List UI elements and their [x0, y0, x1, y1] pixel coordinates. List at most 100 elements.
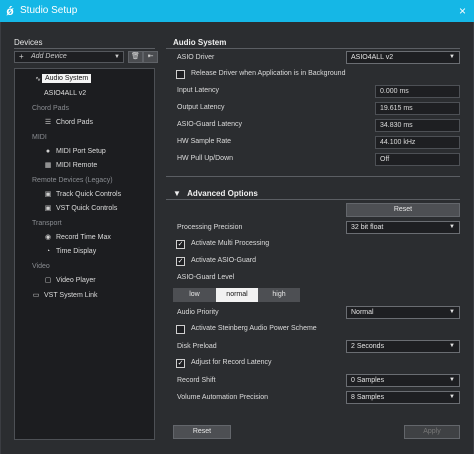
tree-category-remote-devices: Remote Devices (Legacy): [32, 177, 113, 184]
hw-sample-rate-value: 44.100 kHz: [375, 136, 460, 149]
asio-driver-label: ASIO Driver: [177, 54, 215, 61]
level-normal-button[interactable]: normal: [216, 288, 258, 302]
processing-precision-value: 32 bit float: [351, 224, 384, 231]
tree-item-asio4all[interactable]: ASIO4ALL v2: [44, 90, 86, 97]
processing-precision-dropdown[interactable]: 32 bit float ▼: [346, 221, 460, 234]
asio-guard-checkbox[interactable]: ✓: [176, 257, 185, 266]
triangle-down-icon: ▼: [173, 189, 181, 198]
volume-automation-value: 8 Samples: [351, 394, 385, 401]
window-title: Studio Setup: [20, 5, 78, 16]
chevron-down-icon: ▼: [449, 343, 455, 349]
asio-guard-label: Activate ASIO-Guard: [191, 257, 256, 264]
devices-label: Devices: [14, 38, 43, 47]
asio-driver-dropdown[interactable]: ASIO4ALL v2 ▼: [346, 51, 460, 64]
reset-icon: ⇤: [147, 53, 154, 60]
power-scheme-label: Activate Steinberg Audio Power Scheme: [191, 325, 317, 332]
video-icon: ▢: [44, 277, 52, 284]
audio-system-title: Audio System: [173, 38, 227, 47]
tree-category-midi: MIDI: [32, 134, 47, 141]
disk-preload-value: 2 Seconds: [351, 343, 385, 350]
title-bar: ǿ Studio Setup ×: [0, 0, 474, 22]
chord-pads-icon: ☰: [44, 119, 52, 126]
audio-priority-dropdown[interactable]: Normal ▼: [346, 306, 460, 319]
record-shift-value: 0 Samples: [351, 377, 385, 384]
advanced-reset-button[interactable]: Reset: [346, 203, 460, 217]
chevron-down-icon: ▼: [449, 309, 455, 315]
release-driver-checkbox[interactable]: [176, 70, 185, 79]
power-scheme-checkbox[interactable]: [176, 325, 185, 334]
apply-button[interactable]: Apply: [404, 425, 460, 439]
adjust-record-latency-label: Adjust for Record Latency: [191, 359, 272, 366]
cubase-logo-icon: ǿ: [6, 4, 14, 18]
tree-item-video-player[interactable]: Video Player: [56, 277, 96, 284]
grid-icon: ▣: [44, 191, 52, 198]
processing-precision-label: Processing Precision: [177, 224, 243, 231]
volume-automation-dropdown[interactable]: 8 Samples ▼: [346, 391, 460, 404]
tree-item-chord-pads[interactable]: Chord Pads: [56, 119, 93, 126]
level-high-button[interactable]: high: [258, 288, 300, 302]
device-tree[interactable]: ∿ Audio System ASIO4ALL v2 Chord Pads ☰ …: [14, 68, 155, 440]
tree-item-track-quick-controls[interactable]: Track Quick Controls: [56, 191, 121, 198]
audio-priority-value: Normal: [351, 309, 374, 316]
hw-pullupdown-value: Off: [375, 153, 460, 166]
adjust-record-latency-checkbox[interactable]: ✓: [176, 359, 185, 368]
divider: [166, 199, 460, 200]
chevron-down-icon: ▼: [449, 377, 455, 383]
asio-guard-level-label: ASIO-Guard Level: [177, 274, 235, 281]
midi-port-icon: ●: [45, 148, 51, 155]
plus-icon: +: [19, 52, 24, 61]
midi-remote-icon: ▦: [44, 162, 52, 169]
input-latency-label: Input Latency: [177, 87, 220, 94]
volume-automation-label: Volume Automation Precision: [177, 394, 269, 401]
tree-item-midi-port-setup[interactable]: MIDI Port Setup: [56, 148, 106, 155]
disk-preload-label: Disk Preload: [177, 343, 217, 350]
tree-item-midi-remote[interactable]: MIDI Remote: [56, 162, 97, 169]
hw-sample-rate-label: HW Sample Rate: [177, 138, 232, 145]
trash-icon: 🗑: [131, 53, 140, 60]
disk-preload-dropdown[interactable]: 2 Seconds ▼: [346, 340, 460, 353]
tree-category-video: Video: [32, 263, 50, 270]
audio-priority-label: Audio Priority: [177, 309, 219, 316]
tree-item-vst-quick-controls[interactable]: VST Quick Controls: [56, 205, 117, 212]
record-shift-label: Record Shift: [177, 377, 216, 384]
advanced-options-title: Advanced Options: [187, 189, 258, 198]
level-low-button[interactable]: low: [173, 288, 216, 302]
add-device-dropdown[interactable]: + Add Device ▼: [14, 51, 124, 63]
chevron-down-icon: ▼: [114, 54, 120, 60]
multi-processing-checkbox[interactable]: ✓: [176, 240, 185, 249]
tree-item-time-display[interactable]: Time Display: [56, 248, 96, 255]
tree-item-audio-system[interactable]: Audio System: [42, 74, 92, 83]
clock-icon: ◔: [45, 248, 51, 255]
output-latency-label: Output Latency: [177, 104, 225, 111]
checkmark-icon: ✓: [177, 360, 184, 367]
multi-processing-label: Activate Multi Processing: [191, 240, 270, 247]
record-shift-dropdown[interactable]: 0 Samples ▼: [346, 374, 460, 387]
add-device-label: Add Device: [31, 53, 67, 60]
record-icon: ◉: [44, 234, 52, 241]
chevron-down-icon: ▼: [449, 54, 455, 60]
tree-item-vst-system-link[interactable]: VST System Link: [44, 292, 98, 299]
tree-category-transport: Transport: [32, 220, 62, 227]
tree-category-chord-pads: Chord Pads: [32, 105, 69, 112]
divider: [166, 176, 460, 177]
divider: [14, 48, 155, 49]
release-driver-label: Release Driver when Application is in Ba…: [191, 70, 346, 77]
asio-driver-value: ASIO4ALL v2: [351, 54, 394, 61]
reset-device-button[interactable]: ⇤: [143, 51, 158, 63]
monitor-icon: ▭: [32, 292, 40, 299]
checkmark-icon: ✓: [177, 258, 184, 265]
divider: [166, 48, 460, 49]
input-latency-value: 0.000 ms: [375, 85, 460, 98]
checkmark-icon: ✓: [177, 241, 184, 248]
output-latency-value: 19.615 ms: [375, 102, 460, 115]
chevron-down-icon: ▼: [449, 224, 455, 230]
grid-icon: ▣: [44, 205, 52, 212]
hw-pullupdown-label: HW Pull Up/Down: [177, 155, 234, 162]
footer-reset-button[interactable]: Reset: [173, 425, 231, 439]
chevron-down-icon: ▼: [449, 394, 455, 400]
advanced-options-header[interactable]: ▼ Advanced Options: [173, 189, 258, 198]
close-icon[interactable]: ×: [459, 4, 466, 18]
asio-guard-latency-value: 34.830 ms: [375, 119, 460, 132]
delete-device-button[interactable]: 🗑: [128, 51, 143, 63]
tree-item-record-time-max[interactable]: Record Time Max: [56, 234, 111, 241]
